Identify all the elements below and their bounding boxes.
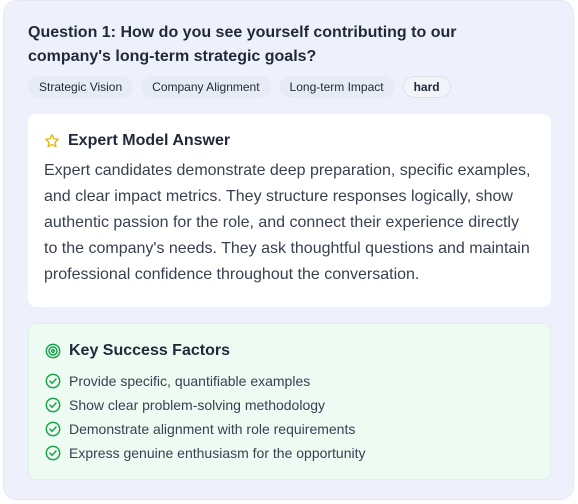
list-item: Demonstrate alignment with role requirem… xyxy=(45,417,534,441)
list-item: Express genuine enthusiasm for the oppor… xyxy=(45,441,534,465)
success-factors-title: Key Success Factors xyxy=(69,342,230,359)
expert-answer-panel: Expert Model Answer Expert candidates de… xyxy=(28,114,551,307)
tag-list: Strategic Vision Company Alignment Long-… xyxy=(28,76,549,98)
success-factor-text: Express genuine enthusiasm for the oppor… xyxy=(69,445,366,461)
expert-answer-header: Expert Model Answer xyxy=(44,132,535,150)
target-icon xyxy=(45,343,61,359)
star-icon xyxy=(44,133,60,149)
question-card: Question 1: How do you see yourself cont… xyxy=(3,0,574,500)
success-factor-text: Demonstrate alignment with role requirem… xyxy=(69,421,356,437)
tag-chip: Long-term Impact xyxy=(278,76,395,98)
tag-chip: Strategic Vision xyxy=(28,76,134,98)
check-circle-icon xyxy=(45,397,61,413)
success-factors-header: Key Success Factors xyxy=(45,342,534,360)
success-factor-text: Provide specific, quantifiable examples xyxy=(69,373,311,389)
list-item: Show clear problem-solving methodology xyxy=(45,393,534,417)
question-text: Question 1: How do you see yourself cont… xyxy=(28,24,457,65)
check-circle-icon xyxy=(45,421,61,437)
success-factors-panel: Key Success Factors Provide specific, qu… xyxy=(28,323,551,480)
list-item: Provide specific, quantifiable examples xyxy=(45,369,534,393)
tag-chip: Company Alignment xyxy=(141,76,271,98)
expert-answer-title: Expert Model Answer xyxy=(68,132,231,149)
check-circle-icon xyxy=(45,373,61,389)
success-factor-text: Show clear problem-solving methodology xyxy=(69,397,326,413)
expert-answer-text: Expert candidates demonstrate deep prepa… xyxy=(44,162,531,283)
success-factor-list: Provide specific, quantifiable examples … xyxy=(45,369,534,465)
difficulty-badge: hard xyxy=(402,76,451,98)
check-circle-icon xyxy=(45,445,61,461)
